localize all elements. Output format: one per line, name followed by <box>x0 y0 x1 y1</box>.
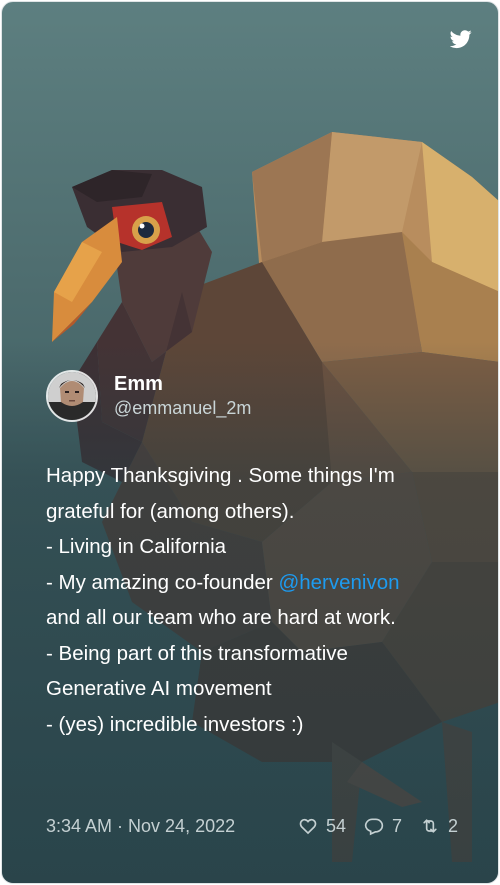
tweet-line: - My amazing co-founder @hervenivon <box>46 565 466 601</box>
twitter-bird-icon[interactable] <box>450 28 472 50</box>
author-block[interactable]: Emm @emmanuel_2m <box>46 370 251 422</box>
heart-icon <box>299 818 317 835</box>
reply-count: 7 <box>391 815 402 836</box>
tweet-timestamp[interactable]: 3:34 AM · Nov 24, 2022 <box>46 816 235 837</box>
tweet-line-prefix: - My amazing co-founder <box>46 570 279 594</box>
tweet-line: - Living in California <box>46 535 227 558</box>
like-count: 54 <box>325 815 346 836</box>
tweet-line: - (yes) incredible investors :) <box>46 712 304 736</box>
tweet-line: grateful for (among others). <box>46 499 295 523</box>
mention-link[interactable]: @hervenivon <box>278 571 399 594</box>
tweet-line: - Being part of this transformative <box>46 641 348 665</box>
author-name[interactable]: Emm <box>114 372 251 396</box>
reply-button[interactable]: 7 <box>364 816 402 837</box>
like-button[interactable]: 54 <box>298 816 346 837</box>
retweet-button[interactable]: 2 <box>420 816 458 837</box>
avatar-portrait-icon <box>48 372 96 420</box>
tweet-line: Happy Thanksgiving . Some things I'm <box>46 464 395 487</box>
tweet-text: Happy Thanksgiving . Some things I'm gra… <box>46 458 466 742</box>
retweet-count: 2 <box>447 815 458 836</box>
tweet-line: Generative AI movement <box>46 677 272 700</box>
tweet-card[interactable]: Emm @emmanuel_2m Happy Thanksgiving . So… <box>1 1 499 884</box>
tweet-line: and all our team who are hard at work. <box>46 606 396 629</box>
engagement-stats: 54 7 2 <box>298 816 458 837</box>
tweet-footer: 3:34 AM · Nov 24, 2022 54 7 2 <box>46 812 458 840</box>
speech-bubble-icon <box>364 818 384 836</box>
retweet-icon <box>423 819 437 833</box>
avatar[interactable] <box>46 370 98 422</box>
author-handle[interactable]: @emmanuel_2m <box>114 396 251 420</box>
